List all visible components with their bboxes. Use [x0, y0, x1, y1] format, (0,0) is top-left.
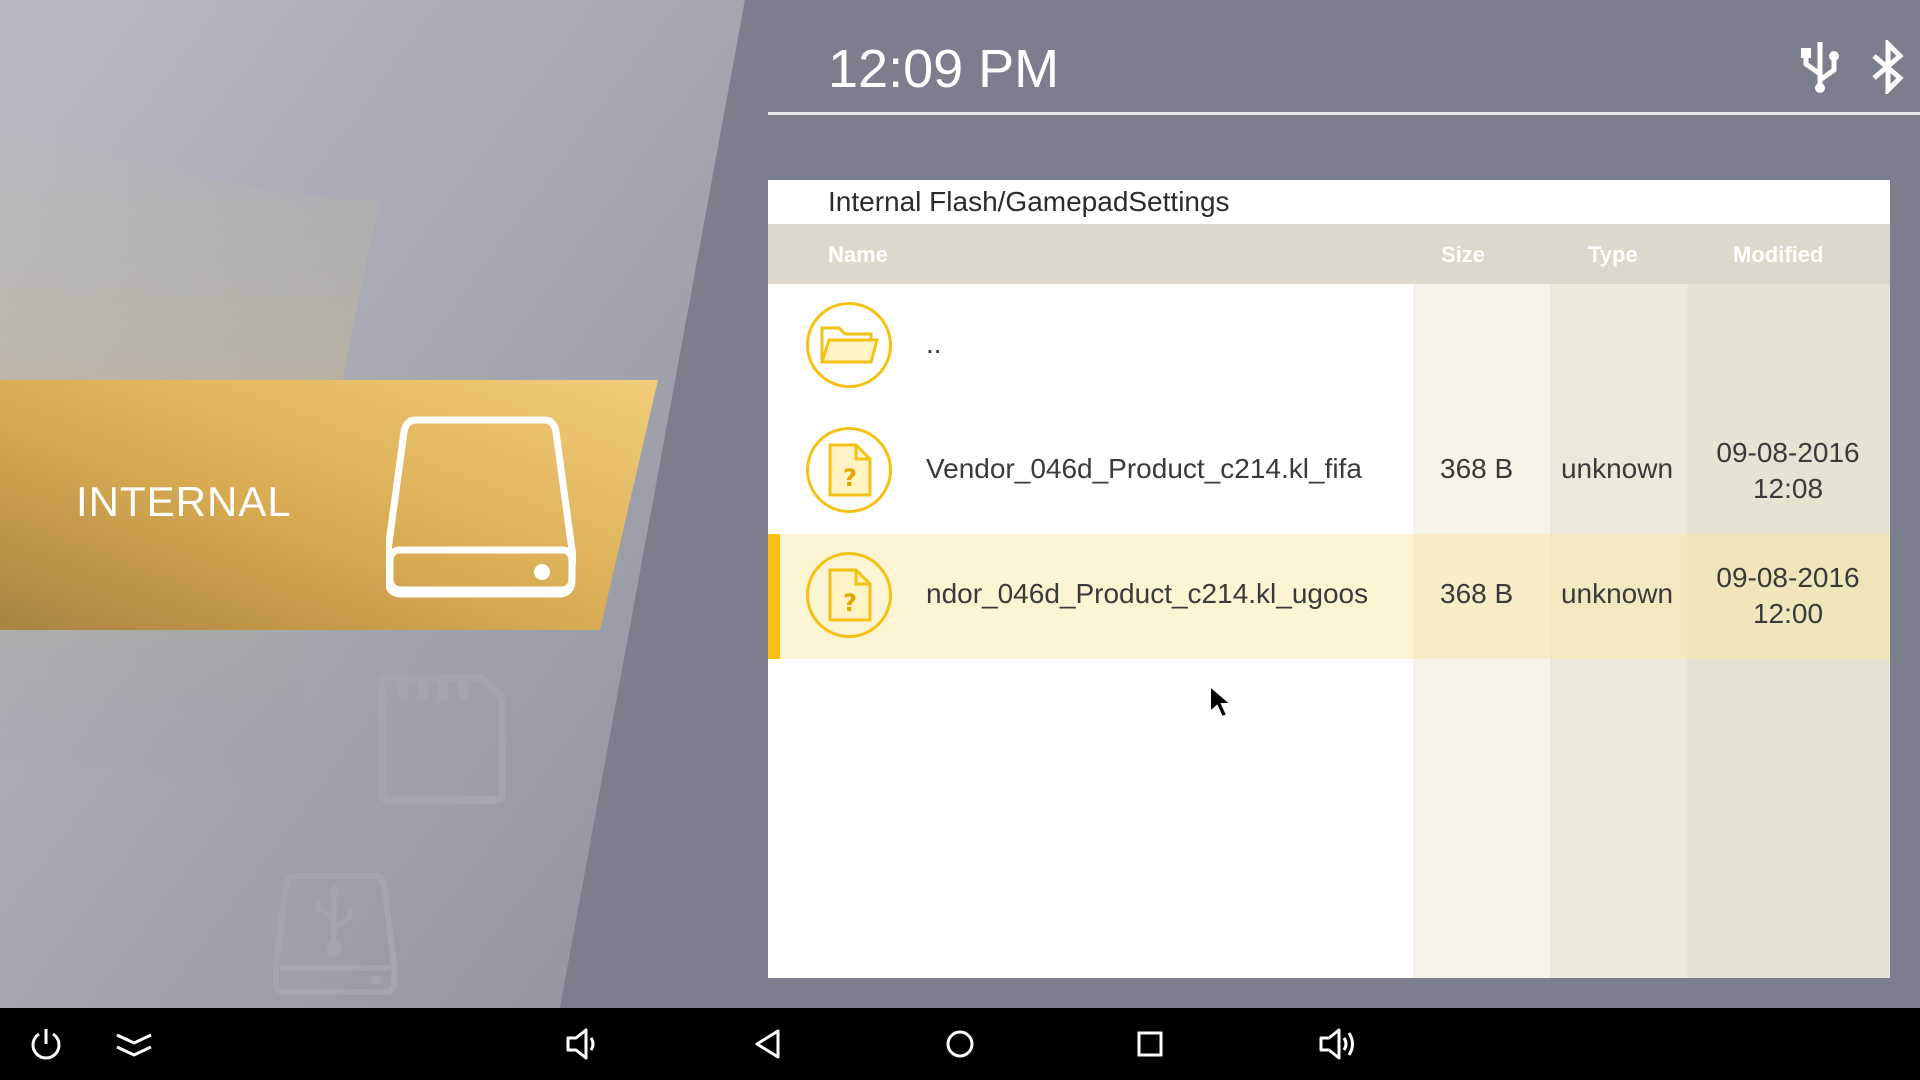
- power-icon[interactable]: [24, 1022, 68, 1066]
- column-header-type[interactable]: Type: [1588, 242, 1638, 268]
- svg-text:?: ?: [843, 464, 857, 492]
- table-row[interactable]: ? Vendor_046d_Product_c214.kl_fifa 368 B…: [768, 409, 1890, 534]
- column-header-modified[interactable]: Modified: [1733, 242, 1823, 268]
- home-icon[interactable]: [938, 1022, 982, 1066]
- volume-down-icon[interactable]: [560, 1022, 604, 1066]
- status-icons: [1800, 37, 1906, 98]
- file-type: unknown: [1560, 453, 1674, 484]
- unknown-file-icon: ?: [806, 427, 892, 513]
- navigation-bar: [0, 1008, 1920, 1080]
- file-name: ndor_046d_Product_c214.kl_ugoos: [926, 578, 1369, 609]
- column-header-size[interactable]: Size: [1441, 242, 1485, 268]
- file-modified: 09-08-2016 12:00: [1688, 560, 1888, 632]
- folder-icon: [806, 302, 892, 388]
- mouse-cursor-icon: [1208, 683, 1234, 724]
- file-name: ..: [926, 328, 942, 359]
- file-browser: Internal Flash/GamepadSettings Name Size…: [768, 180, 1890, 978]
- clock: 12:09 PM: [828, 39, 1060, 99]
- bluetooth-icon: [1870, 37, 1906, 98]
- column-header-name[interactable]: Name: [828, 242, 888, 268]
- back-icon[interactable]: [746, 1022, 790, 1066]
- recents-icon[interactable]: [1128, 1022, 1172, 1066]
- table-row[interactable]: ..: [768, 284, 1890, 409]
- file-size: 368 B: [1440, 453, 1514, 484]
- sd-card-icon[interactable]: [378, 674, 508, 808]
- usb-icon: [1800, 40, 1840, 98]
- modified-date: 09-08-2016: [1716, 562, 1860, 593]
- menu-collapse-icon[interactable]: [112, 1022, 156, 1066]
- unknown-file-icon: ?: [806, 552, 892, 638]
- table-row-selected[interactable]: ? ndor_046d_Product_c214.kl_ugoos 368 B …: [768, 534, 1890, 659]
- file-type: unknown: [1560, 578, 1674, 609]
- file-name: Vendor_046d_Product_c214.kl_fifa: [926, 453, 1362, 484]
- volume-up-icon[interactable]: [1316, 1022, 1360, 1066]
- svg-text:?: ?: [843, 589, 857, 617]
- modified-date: 09-08-2016: [1716, 437, 1860, 468]
- file-modified: 09-08-2016 12:08: [1688, 435, 1888, 507]
- sidebar-item-label: INTERNAL: [76, 478, 292, 525]
- path-text: Internal Flash/GamepadSettings: [828, 186, 1230, 217]
- breadcrumb: Internal Flash/GamepadSettings: [768, 180, 1890, 224]
- modified-time: 12:08: [1752, 473, 1824, 504]
- usb-drive-icon[interactable]: [272, 872, 398, 1002]
- table-header: Name Size Type Modified: [768, 224, 1890, 284]
- modified-time: 12:00: [1752, 598, 1824, 629]
- selection-indicator: [768, 534, 780, 659]
- header-divider: [768, 112, 1920, 115]
- file-size: 368 B: [1440, 578, 1514, 609]
- hard-drive-icon: [383, 410, 577, 604]
